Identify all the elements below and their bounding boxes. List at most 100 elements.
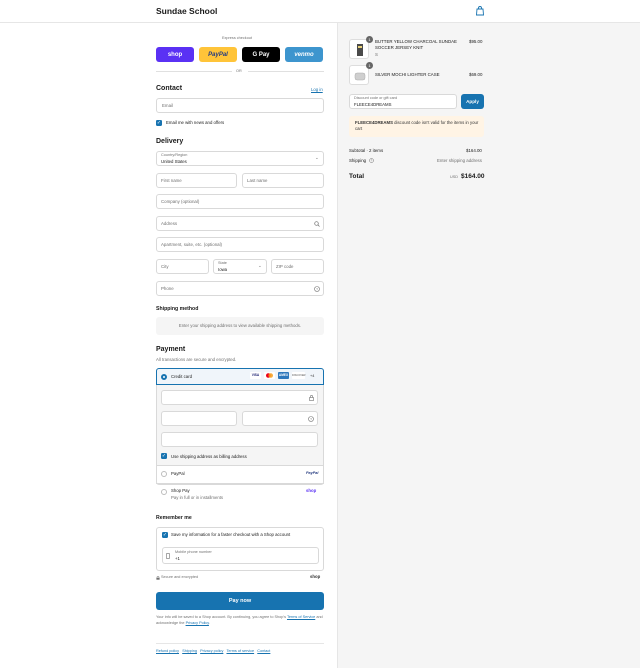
divider bbox=[156, 483, 324, 484]
subtotal-value: $164.00 bbox=[466, 148, 482, 153]
chevron-down-icon: ⌄ bbox=[315, 155, 319, 160]
amex-icon: AMEX bbox=[278, 372, 289, 379]
shipping-notice: Enter your shipping address to view avai… bbox=[178, 323, 302, 328]
billing-label: Use shipping address as billing address bbox=[171, 454, 247, 459]
country-select[interactable]: Country/Region United States ⌄ bbox=[156, 151, 324, 166]
contact-heading: Contact bbox=[156, 85, 183, 92]
news-checkbox[interactable]: ✓ bbox=[156, 120, 162, 126]
divider bbox=[156, 643, 324, 644]
city-placeholder: City bbox=[161, 264, 169, 269]
email-field[interactable]: Email bbox=[156, 98, 324, 113]
shop-pay-label: Shop Pay bbox=[171, 488, 190, 493]
remember-me-heading: Remember me bbox=[156, 515, 192, 521]
contact-link[interactable]: Contact bbox=[257, 649, 270, 653]
credit-card-label: Credit card bbox=[171, 374, 193, 379]
refund-policy-link[interactable]: Refund policy bbox=[156, 649, 179, 653]
state-select[interactable]: State Iowa ⌄ bbox=[213, 259, 267, 274]
shop-pay-radio[interactable] bbox=[161, 489, 167, 495]
company-placeholder: Company (optional) bbox=[161, 199, 200, 204]
login-link[interactable]: Log in bbox=[311, 87, 323, 92]
expiration-field[interactable] bbox=[161, 411, 237, 426]
product-variant: S bbox=[375, 52, 378, 57]
help-icon[interactable]: ? bbox=[369, 158, 374, 163]
divider bbox=[156, 465, 324, 466]
phone-placeholder: Phone bbox=[161, 286, 174, 291]
pay-now-button[interactable]: Pay now bbox=[156, 592, 324, 610]
apartment-field[interactable]: Apartment, suite, etc. (optional) bbox=[156, 237, 324, 252]
address-placeholder: Address bbox=[161, 221, 178, 226]
email-placeholder: Email bbox=[162, 103, 173, 108]
mobile-phone-value: +1 bbox=[175, 556, 180, 561]
discount-code-value: FLEECE4DREAMS bbox=[354, 102, 392, 107]
shop-pay-button[interactable]: shop bbox=[156, 47, 194, 62]
discount-code-label: Discount code or gift card bbox=[354, 96, 398, 100]
help-icon[interactable]: ? bbox=[308, 416, 314, 422]
apartment-placeholder: Apartment, suite, etc. (optional) bbox=[161, 242, 223, 247]
currency-label: USD bbox=[450, 175, 459, 179]
store-name[interactable]: Sundae School bbox=[156, 6, 217, 16]
security-code-field[interactable]: ? bbox=[242, 411, 318, 426]
company-field[interactable]: Company (optional) bbox=[156, 194, 324, 209]
credit-card-radio[interactable] bbox=[161, 374, 167, 380]
express-checkout-title: Express checkout bbox=[222, 36, 252, 40]
lighter-case-image bbox=[354, 72, 366, 81]
name-on-card-field[interactable] bbox=[161, 432, 318, 447]
last-name-field[interactable]: Last name bbox=[242, 173, 324, 188]
discount-code-field[interactable]: Discount code or gift card FLEECE4DREAMS bbox=[349, 94, 457, 109]
city-field[interactable]: City bbox=[156, 259, 209, 274]
product-name: BUTTER YELLOW CHARCOAL SUNDAE SOCCER JER… bbox=[375, 39, 457, 50]
delivery-heading: Delivery bbox=[156, 138, 184, 145]
more-cards-badge: +4 bbox=[310, 374, 315, 378]
total-label: Total bbox=[349, 173, 365, 180]
mastercard-icon bbox=[264, 372, 275, 379]
legal-line: Your info will be saved to a Shop accoun… bbox=[156, 615, 286, 619]
paypal-label: PayPal bbox=[171, 471, 185, 476]
shipping-link[interactable]: Shipping bbox=[182, 649, 197, 653]
shipping-notice-box: Enter your shipping address to view avai… bbox=[156, 317, 324, 335]
mobile-phone-field[interactable]: Mobile phone number +1 bbox=[162, 547, 319, 564]
discount-warning-text: FLEECE4DREAMS discount code isn't valid … bbox=[355, 120, 479, 132]
google-pay-button[interactable]: G Pay bbox=[242, 47, 280, 62]
save-info-checkbox[interactable]: ✓ bbox=[162, 532, 168, 538]
shipping-value: Enter shipping address bbox=[437, 158, 482, 163]
secure-label: Secure and encrypted bbox=[161, 575, 199, 579]
lock-icon bbox=[309, 395, 314, 401]
product-name: SILVER MOCHI LIGHTER CASE bbox=[375, 72, 440, 77]
state-label: State bbox=[218, 261, 227, 265]
total-value: $164.00 bbox=[461, 173, 485, 180]
address-field[interactable]: Address bbox=[156, 216, 324, 231]
subtotal-label: Subtotal · 2 items bbox=[349, 148, 384, 153]
terms-link[interactable]: Terms of Service bbox=[287, 615, 315, 619]
paypal-radio[interactable] bbox=[161, 471, 167, 477]
help-icon[interactable]: ? bbox=[314, 286, 320, 292]
payment-subtitle: All transactions are secure and encrypte… bbox=[156, 357, 237, 362]
legal-text: Your info will be saved to a Shop accoun… bbox=[156, 615, 324, 626]
warning-code: FLEECE4DREAMS bbox=[355, 120, 393, 125]
country-label: Country/Region bbox=[161, 153, 188, 157]
terms-of-service-link[interactable]: Terms of service bbox=[226, 649, 254, 653]
product-price: $95.00 bbox=[469, 39, 483, 44]
mobile-phone-label: Mobile phone number bbox=[175, 550, 212, 554]
divider bbox=[248, 71, 324, 72]
legal-end: . bbox=[208, 620, 210, 625]
shopping-bag-icon[interactable] bbox=[475, 6, 485, 16]
venmo-button[interactable]: venmo bbox=[285, 47, 323, 62]
quantity-badge: 1 bbox=[366, 62, 373, 69]
jersey-image bbox=[357, 44, 363, 56]
footer-links: Refund policy Shipping Privacy policy Te… bbox=[156, 649, 270, 653]
billing-checkbox[interactable]: ✓ bbox=[161, 453, 167, 459]
paypal-button[interactable]: PayPal bbox=[199, 47, 237, 62]
discount-warning: FLEECE4DREAMS discount code isn't valid … bbox=[349, 116, 484, 137]
phone-field[interactable]: Phone ? bbox=[156, 281, 324, 296]
divider bbox=[156, 71, 232, 72]
privacy-link[interactable]: Privacy Policy bbox=[186, 621, 209, 625]
privacy-policy-link[interactable]: Privacy policy bbox=[200, 649, 223, 653]
shipping-label: Shipping bbox=[349, 158, 367, 163]
card-number-field[interactable] bbox=[161, 390, 318, 405]
first-name-field[interactable]: First name bbox=[156, 173, 237, 188]
country-value: United States bbox=[161, 159, 187, 164]
state-value: Iowa bbox=[218, 267, 228, 272]
zip-field[interactable]: ZIP code bbox=[271, 259, 324, 274]
apply-button[interactable]: Apply bbox=[461, 94, 484, 109]
shipping-method-heading: Shipping method bbox=[156, 306, 199, 312]
